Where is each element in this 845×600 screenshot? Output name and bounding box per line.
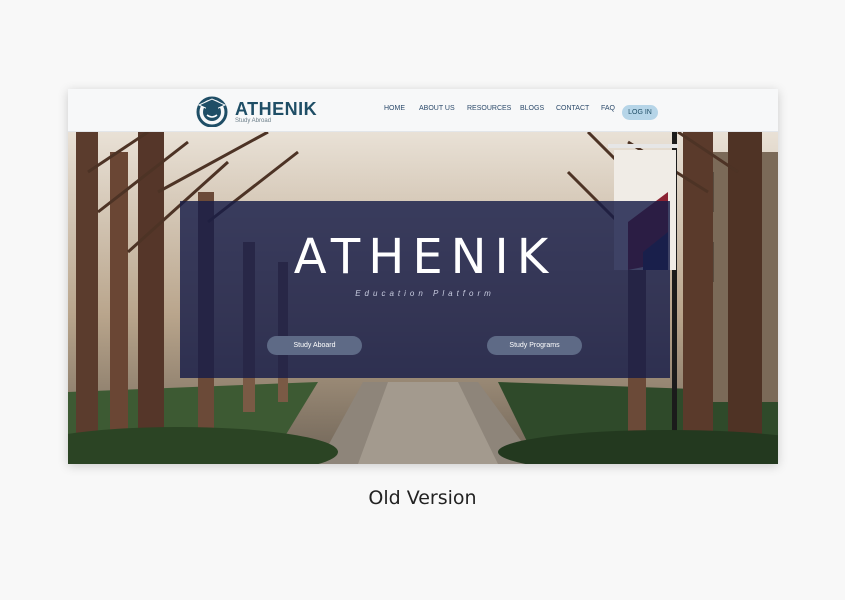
nav-item-home[interactable]: HOME (384, 105, 405, 112)
brand-logo[interactable]: ATHENIK Study Abroad (195, 93, 318, 127)
hero-subtitle: Education Platform (355, 289, 495, 298)
login-button[interactable]: LOG IN (622, 105, 658, 120)
hero-title: ATHENIK (293, 229, 557, 285)
study-programs-button[interactable]: Study Programs (487, 336, 582, 355)
nav-item-about-us[interactable]: ABOUT US (419, 105, 455, 112)
top-navigation-bar: ATHENIK Study Abroad HOME ABOUT US RESOU… (68, 89, 778, 132)
graduation-cap-icon (196, 96, 228, 127)
nav-item-blogs[interactable]: BLOGS (520, 105, 544, 112)
nav-item-faq[interactable]: FAQ (601, 105, 615, 112)
brand-tagline: Study Abroad (235, 118, 272, 124)
brand-name: ATHENIK (235, 99, 318, 119)
nav-item-contact[interactable]: CONTACT (556, 105, 589, 112)
hero-overlay: ATHENIK Education Platform Study Aboard … (180, 201, 670, 378)
website-screenshot: ATHENIK Study Abroad HOME ABOUT US RESOU… (68, 89, 778, 464)
nav-item-resources[interactable]: RESOURCES (467, 105, 511, 112)
hero-section: ATHENIK Education Platform Study Aboard … (68, 132, 778, 464)
caption: Old Version (368, 487, 477, 509)
study-aboard-button[interactable]: Study Aboard (267, 336, 362, 355)
